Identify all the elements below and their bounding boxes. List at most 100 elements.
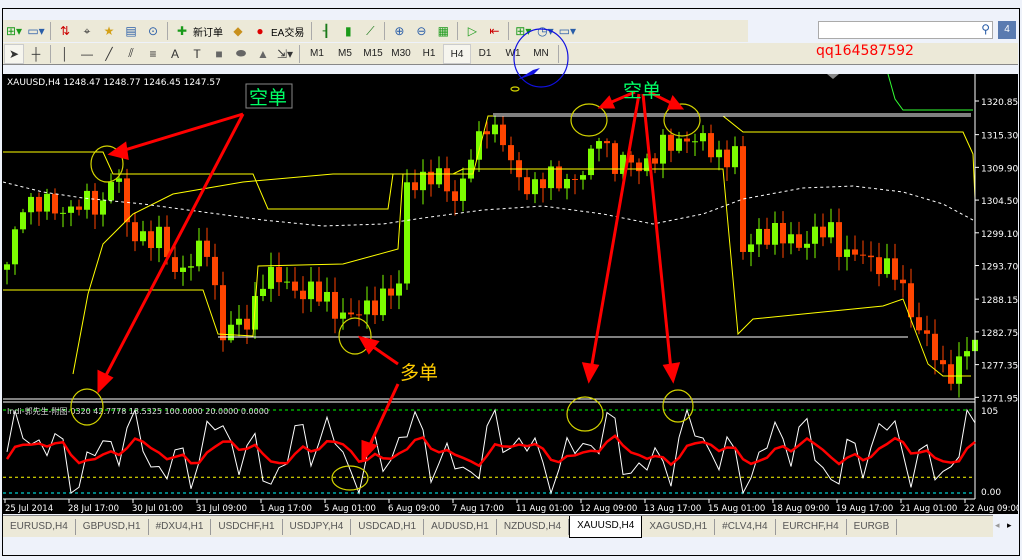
- indicators-icon[interactable]: ⊞▾: [513, 21, 533, 41]
- zoom-out-icon[interactable]: ⊖: [411, 21, 431, 41]
- chart-tab[interactable]: #CLV4,H4: [715, 518, 776, 535]
- candle: [780, 211, 786, 258]
- equidistant-channel-icon[interactable]: ⫽: [121, 44, 141, 64]
- candle: [612, 140, 618, 182]
- cursor-arrow-icon[interactable]: ➤: [4, 43, 24, 64]
- chart-shift-marker[interactable]: [827, 74, 839, 79]
- crosshair-icon[interactable]: ┼: [26, 44, 46, 64]
- candle-body: [108, 181, 114, 201]
- bar-chart-icon[interactable]: ┨: [316, 21, 336, 41]
- favorites-folder-icon[interactable]: ★: [99, 21, 119, 41]
- timeframe-w1[interactable]: W1: [499, 44, 527, 64]
- zoom-in-icon[interactable]: ⊕: [389, 21, 409, 41]
- candle-body: [692, 141, 698, 143]
- candle: [156, 215, 162, 263]
- chart-tab[interactable]: EURCHF,H4: [776, 518, 847, 535]
- search-input[interactable]: ⚲: [818, 21, 993, 39]
- candle-body: [724, 149, 730, 168]
- candle-body: [324, 291, 330, 302]
- vertical-line-icon[interactable]: │: [55, 44, 75, 64]
- candle: [604, 138, 610, 158]
- chart-tab[interactable]: NZDUSD,H4: [497, 518, 570, 535]
- chart-tab[interactable]: AUDUSD,H1: [424, 518, 497, 535]
- triangle-icon[interactable]: ▲: [253, 44, 273, 64]
- line-chart-icon[interactable]: ⟋: [360, 21, 380, 41]
- timeframe-m30[interactable]: M30: [387, 44, 415, 64]
- horizontal-line-icon[interactable]: —: [77, 44, 97, 64]
- candle-body: [956, 356, 962, 384]
- chart-tab[interactable]: XAGUSD,H1: [642, 518, 716, 535]
- chart-tab[interactable]: USDCHF,H1: [211, 518, 283, 535]
- timeframe-m1[interactable]: M1: [303, 44, 331, 64]
- candle-body: [204, 240, 210, 257]
- arrows-icon[interactable]: ⇲▾: [275, 44, 295, 64]
- trendline-icon[interactable]: ╱: [99, 44, 119, 64]
- time-tick: 1 Aug 17:00: [260, 504, 312, 514]
- price-chart[interactable]: 1320.85 1315.30 1309.90 1304.50 1299.10 1293.…: [2, 73, 1021, 514]
- chart-tab[interactable]: #DXU4,H1: [149, 518, 212, 535]
- chart-tab[interactable]: EURGB: [847, 518, 898, 535]
- candle: [820, 213, 826, 247]
- chart-tab[interactable]: USDCAD,H1: [351, 518, 425, 535]
- navigator-icon[interactable]: ▤: [121, 21, 141, 41]
- strategy-tester-icon[interactable]: ⊙: [143, 21, 163, 41]
- text-label-icon[interactable]: T: [187, 44, 207, 64]
- candle: [188, 253, 194, 281]
- candle: [700, 125, 706, 151]
- chart-window[interactable]: 1320.85 1315.30 1309.90 1304.50 1299.10 1293.…: [2, 73, 1021, 514]
- price-tick: 1288.15: [981, 296, 1018, 306]
- candle: [764, 217, 770, 250]
- candle: [92, 183, 98, 229]
- timeframe-mn[interactable]: MN: [527, 44, 555, 64]
- candle: [84, 183, 90, 219]
- text-icon[interactable]: A: [165, 44, 185, 64]
- candle-body: [540, 179, 546, 189]
- price-tick: 1304.50: [981, 197, 1018, 207]
- chart-shift-icon[interactable]: ⇤: [484, 21, 504, 41]
- candle-body: [300, 290, 306, 300]
- price-tick: 1320.85: [981, 98, 1018, 108]
- rectangle-icon[interactable]: ■: [209, 44, 229, 64]
- tab-scroll-left-icon[interactable]: ◂: [995, 520, 1000, 531]
- chart-tab[interactable]: USDJPY,H4: [283, 518, 352, 535]
- notification-badge[interactable]: 4: [998, 21, 1016, 39]
- market-watch-icon[interactable]: ⇅: [55, 21, 75, 41]
- candle: [468, 149, 474, 183]
- periods-clock-icon[interactable]: ◷▾: [535, 21, 555, 41]
- timeframe-m15[interactable]: M15: [359, 44, 387, 64]
- ellipse-icon[interactable]: ⬬: [231, 44, 251, 64]
- metaeditor-book-icon[interactable]: ◆: [228, 21, 248, 41]
- candle-body: [100, 200, 106, 215]
- timeframe-m5[interactable]: M5: [331, 44, 359, 64]
- templates-icon[interactable]: ▭▾: [557, 21, 577, 41]
- profiles-icon[interactable]: ▭▾: [26, 21, 46, 41]
- timeframe-h4[interactable]: H4: [443, 43, 471, 64]
- magnifier-icon[interactable]: ⚲: [981, 22, 990, 36]
- candle: [948, 349, 954, 391]
- tab-scroll-right-icon[interactable]: ▸: [1007, 520, 1012, 531]
- chart-tab[interactable]: EURUSD,H4: [3, 518, 76, 535]
- new-order-icon[interactable]: ✚: [172, 21, 192, 41]
- candle-body: [964, 351, 970, 357]
- tile-windows-icon[interactable]: ▦: [433, 21, 453, 41]
- ea-trading-button[interactable]: EA交易: [271, 24, 304, 39]
- new-chart-icon[interactable]: ⊞▾: [4, 21, 24, 41]
- candlestick-icon[interactable]: ▮: [338, 21, 358, 41]
- new-order-button[interactable]: 新订单: [193, 24, 223, 39]
- crosshair-target-icon[interactable]: ⌖: [77, 21, 97, 41]
- auto-scroll-icon[interactable]: ▷: [462, 21, 482, 41]
- chart-tab[interactable]: XAUUSD,H4: [569, 515, 643, 538]
- candle: [204, 227, 210, 267]
- candle-body: [20, 212, 26, 230]
- expert-advisor-icon[interactable]: ●: [250, 21, 270, 41]
- candle: [956, 342, 962, 398]
- candle-body: [844, 249, 850, 257]
- candle-body: [780, 223, 786, 244]
- timeframe-d1[interactable]: D1: [471, 44, 499, 64]
- timeframe-h1[interactable]: H1: [415, 44, 443, 64]
- fibonacci-icon[interactable]: ≡: [143, 44, 163, 64]
- chart-tab[interactable]: GBPUSD,H1: [76, 518, 149, 535]
- candle: [244, 304, 250, 345]
- time-tick: 31 Jul 09:00: [196, 504, 247, 514]
- candle: [284, 267, 290, 290]
